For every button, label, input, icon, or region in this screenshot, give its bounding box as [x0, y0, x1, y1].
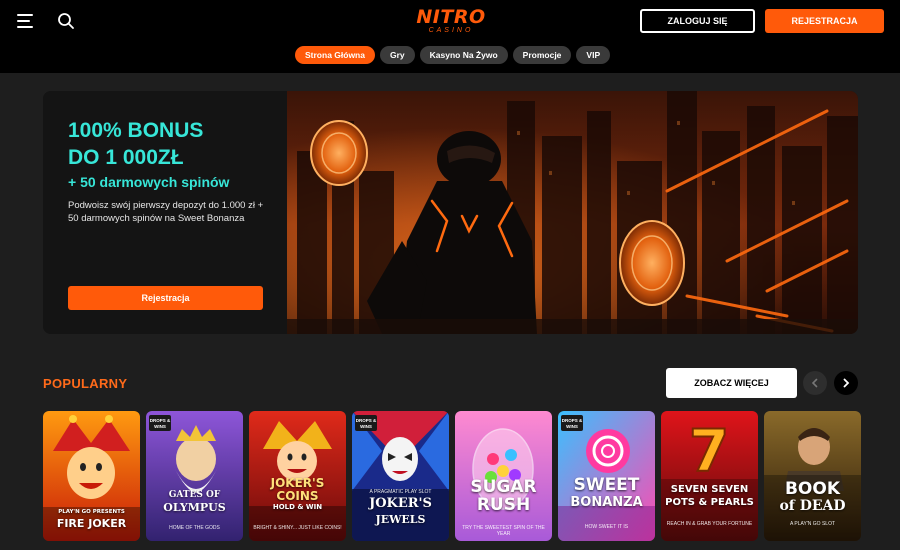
nav-item-live-casino[interactable]: Kasyno Na Żywo	[419, 46, 508, 64]
main-nav: Strona Główna Gry Kasyno Na Żywo Promocj…	[295, 46, 611, 64]
carousel-next-button[interactable]	[834, 371, 858, 395]
game-tile-jokers-coins[interactable]: JOKER'S COINS HOLD & WIN BRIGHT & SHINY.…	[249, 411, 346, 541]
game-tile-book-of-dead[interactable]: BOOK of DEAD A PLAY'N GO SLOT	[764, 411, 861, 541]
hero-register-button[interactable]: Rejestracja	[68, 286, 263, 310]
nav-item-games[interactable]: Gry	[379, 46, 415, 64]
nav-item-promotions[interactable]: Promocje	[512, 46, 572, 64]
game-tagline: HOME OF THE GODS	[169, 525, 220, 531]
game-tile-jokers-jewels[interactable]: DROPS & WINS A PRAGMATIC PLAY SLOT JOKER…	[352, 411, 449, 541]
game-tile-pots-and-pearls[interactable]: 7 SEVEN SEVEN POTS & PEARLS REACH IN & G…	[661, 411, 758, 541]
popular-games-carousel: PLAY'N GO PRESENTS FIRE JOKER DROPS & WI…	[43, 411, 861, 541]
chevron-right-icon	[843, 378, 850, 388]
game-title-line2: RUSH	[476, 495, 531, 515]
game-tagline: HOW SWEET IT IS	[584, 524, 629, 530]
hero-text-panel: 100% BONUS DO 1 000ZŁ + 50 darmowych spi…	[43, 91, 287, 334]
game-title: GATES OF	[168, 490, 221, 500]
game-title: JOKER'S	[270, 476, 325, 490]
nav-item-home[interactable]: Strona Główna	[295, 46, 375, 64]
game-tagline: REACH IN & GRAB YOUR FORTUNE	[666, 521, 753, 527]
sugar-rush-artwork	[455, 411, 552, 541]
game-tile-gates-of-olympus[interactable]: DROPS & WINS GATES OF OLYMPUS HOME OF TH…	[146, 411, 243, 541]
hero-subtitle: + 50 darmowych spinów	[68, 174, 230, 190]
hero-banner: 100% BONUS DO 1 000ZŁ + 50 darmowych spi…	[43, 91, 858, 334]
game-title: JOKER'S	[369, 496, 432, 511]
game-tagline: TRY THE SWEETEST SPIN OF THE YEAR	[462, 525, 545, 537]
hero-illustration	[287, 91, 858, 334]
top-header: NITRO CASINO ZALOGUJ SIĘ REJESTRACJA Str…	[0, 0, 900, 73]
login-button[interactable]: ZALOGUJ SIĘ	[640, 9, 755, 33]
drops-and-wins-badge: DROPS & WINS	[561, 415, 583, 431]
search-icon[interactable]	[57, 12, 75, 30]
nitro-casino-logo[interactable]: NITRO CASINO	[416, 7, 486, 37]
carousel-prev-button[interactable]	[803, 371, 827, 395]
chevron-left-icon	[811, 378, 818, 388]
hero-title: 100% BONUS	[68, 119, 204, 142]
svg-text:7: 7	[689, 417, 729, 485]
game-title: SEVEN SEVEN	[670, 484, 749, 495]
game-title: SUGAR	[470, 477, 537, 497]
drops-and-wins-badge: DROPS & WINS	[149, 415, 171, 431]
drops-and-wins-badge: DROPS & WINS	[355, 415, 377, 431]
game-tagline: BRIGHT & SHINY... JUST LIKE COINS!	[253, 525, 342, 531]
nav-item-vip[interactable]: VIP	[576, 46, 611, 64]
game-tile-fire-joker[interactable]: PLAY'N GO PRESENTS FIRE JOKER	[43, 411, 140, 541]
register-button[interactable]: REJESTRACJA	[765, 9, 884, 33]
game-title-line2: COINS	[276, 489, 319, 503]
game-title-line2: POTS & PEARLS	[665, 497, 754, 508]
game-title-line2: OLYMPUS	[163, 501, 226, 514]
game-publisher-line: PLAY'N GO PRESENTS	[58, 509, 125, 515]
game-title-line2: BONANZA	[570, 495, 643, 510]
popular-section-title: POPULARNY	[43, 376, 128, 391]
game-tile-sweet-bonanza[interactable]: DROPS & WINS SWEET BONANZA HOW SWEET IT …	[558, 411, 655, 541]
hamburger-menu-icon[interactable]	[17, 14, 33, 28]
game-feature: HOLD & WIN	[272, 503, 323, 511]
logo-wordmark: NITRO	[416, 6, 486, 28]
game-title-line2: JEWELS	[375, 513, 426, 526]
game-tile-sugar-rush[interactable]: SUGAR RUSH TRY THE SWEETEST SPIN OF THE …	[455, 411, 552, 541]
game-tagline: A PLAY'N GO SLOT	[789, 521, 836, 527]
see-more-button[interactable]: ZOBACZ WIĘCEJ	[666, 368, 797, 398]
game-tagline: A PRAGMATIC PLAY SLOT	[369, 489, 432, 495]
game-title: SWEET	[573, 475, 640, 495]
hero-description: Podwoisz swój pierwszy depozyt do 1.000 …	[68, 200, 264, 224]
logo-subtitle: CASINO	[428, 27, 474, 34]
game-title-line2: of DEAD	[779, 498, 846, 514]
game-title: BOOK	[784, 479, 841, 499]
hero-title-amount: DO 1 000ZŁ	[68, 146, 184, 169]
game-title: FIRE JOKER	[56, 517, 127, 530]
